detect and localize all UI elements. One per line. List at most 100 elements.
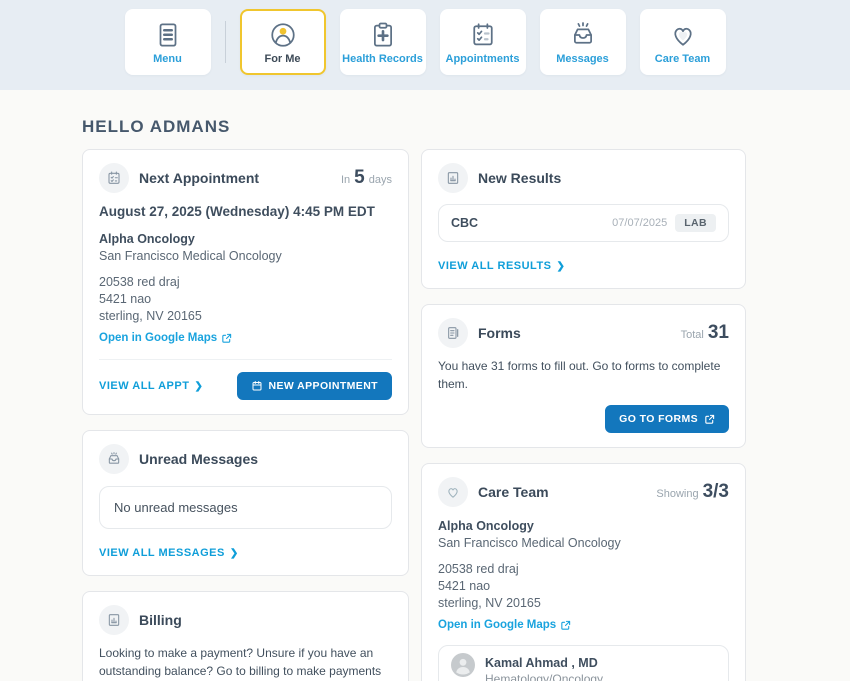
forms-footer: GO TO FORMS <box>438 405 729 433</box>
chevron-right-icon: ❯ <box>230 548 239 559</box>
result-date: 07/07/2025 <box>612 217 667 229</box>
care-team-org: Alpha Oncology San Francisco Medical Onc… <box>438 518 729 552</box>
nav-label-care-team: Care Team <box>655 53 710 65</box>
billing-header: Billing <box>99 605 392 635</box>
avatar <box>451 653 475 677</box>
external-link-icon <box>221 333 232 344</box>
view-all-messages-link[interactable]: VIEW ALL MESSAGES ❯ <box>99 547 239 559</box>
maps-link-label: Open in Google Maps <box>99 332 217 344</box>
no-unread-messages-box: No unread messages <box>99 486 392 529</box>
nav-label-appointments: Appointments <box>446 53 520 65</box>
member-row[interactable]: Kamal Ahmad , MD Hematology/Oncology <box>438 645 729 681</box>
chevron-right-icon: ❯ <box>194 381 203 392</box>
card-title: Forms <box>478 325 521 341</box>
inbox-icon <box>99 444 129 474</box>
new-results-card: New Results CBC 07/07/2025 LAB VIEW ALL … <box>421 149 746 289</box>
forms-total: Total 31 <box>681 322 729 344</box>
messages-footer: VIEW ALL MESSAGES ❯ <box>99 543 392 561</box>
heart-icon <box>438 477 468 507</box>
provider-name: Alpha Oncology <box>99 231 392 248</box>
chevron-right-icon: ❯ <box>557 261 566 272</box>
care-team-members: Kamal Ahmad , MD Hematology/Oncology MD … <box>438 645 729 681</box>
showing-value: 3/3 <box>703 481 729 503</box>
card-title: New Results <box>478 170 561 186</box>
result-row-cbc[interactable]: CBC 07/07/2025 LAB <box>438 204 729 242</box>
top-navigation: Menu For Me Health Records <box>0 0 850 90</box>
person-icon <box>268 20 298 50</box>
view-all-label: VIEW ALL MESSAGES <box>99 547 225 559</box>
nav-item-for-me[interactable]: For Me <box>240 9 326 75</box>
nav-label-messages: Messages <box>556 53 609 65</box>
nav-row: Menu For Me Health Records <box>125 9 726 75</box>
forms-clipboard-icon <box>438 318 468 348</box>
care-team-header: Care Team Showing 3/3 <box>438 477 729 507</box>
external-link-icon <box>560 620 571 631</box>
new-appointment-label: NEW APPOINTMENT <box>269 380 378 392</box>
appointment-footer: VIEW ALL APPT ❯ NEW APPOINTMENT <box>99 359 392 400</box>
member-specialty: Hematology/Oncology <box>485 672 603 681</box>
forms-card: Forms Total 31 You have 31 forms to fill… <box>421 304 746 448</box>
view-all-label: VIEW ALL RESULTS <box>438 260 552 272</box>
view-all-appointments-link[interactable]: VIEW ALL APPT ❯ <box>99 380 203 392</box>
nav-item-health-records[interactable]: Health Records <box>340 9 426 75</box>
open-google-maps-link[interactable]: Open in Google Maps <box>99 332 232 344</box>
nav-label-menu: Menu <box>153 53 182 65</box>
forms-message: You have 31 forms to fill out. Go to for… <box>438 357 729 393</box>
billing-message: Looking to make a payment? Unsure if you… <box>99 644 392 681</box>
right-column: New Results CBC 07/07/2025 LAB VIEW ALL … <box>421 149 746 681</box>
nav-item-menu[interactable]: Menu <box>125 9 211 75</box>
inbox-alert-icon <box>568 20 598 50</box>
result-meta: 07/07/2025 LAB <box>612 214 716 232</box>
card-title: Unread Messages <box>139 451 258 467</box>
nav-item-care-team[interactable]: Care Team <box>640 9 726 75</box>
appointment-org: Alpha Oncology San Francisco Medical Onc… <box>99 231 392 265</box>
unread-messages-card: Unread Messages No unread messages VIEW … <box>82 430 409 576</box>
total-value: 31 <box>708 322 729 344</box>
appointment-datetime: August 27, 2025 (Wednesday) 4:45 PM EDT <box>99 204 392 219</box>
address-line: 20538 red draj <box>438 561 729 578</box>
billing-chart-icon <box>99 605 129 635</box>
appointment-countdown: In 5 days <box>341 167 392 189</box>
dashboard-grid: Next Appointment In 5 days August 27, 20… <box>82 149 746 681</box>
countdown-suffix: days <box>369 174 392 186</box>
external-link-icon <box>704 414 715 425</box>
next-appointment-card: Next Appointment In 5 days August 27, 20… <box>82 149 409 415</box>
card-title: Billing <box>139 612 182 628</box>
provider-name: Alpha Oncology <box>438 518 729 535</box>
next-appointment-header: Next Appointment In 5 days <box>99 163 392 193</box>
unread-messages-header: Unread Messages <box>99 444 392 474</box>
countdown-value: 5 <box>354 167 365 189</box>
address-line: 5421 nao <box>99 291 392 308</box>
address-line: 20538 red draj <box>99 274 392 291</box>
open-google-maps-link[interactable]: Open in Google Maps <box>438 619 571 631</box>
clipboard-plus-icon <box>368 20 398 50</box>
care-team-card: Care Team Showing 3/3 Alpha Oncology San… <box>421 463 746 681</box>
member-info: Kamal Ahmad , MD Hematology/Oncology <box>485 653 603 681</box>
nav-label-for-me: For Me <box>264 53 300 65</box>
card-title: Care Team <box>478 484 549 500</box>
results-footer: VIEW ALL RESULTS ❯ <box>438 256 729 274</box>
result-type-badge: LAB <box>675 214 716 232</box>
nav-item-messages[interactable]: Messages <box>540 9 626 75</box>
nav-divider <box>225 21 226 63</box>
calendar-checklist-icon <box>468 20 498 50</box>
card-title: Next Appointment <box>139 170 259 186</box>
countdown-prefix: In <box>341 174 350 186</box>
total-prefix: Total <box>681 329 704 341</box>
provider-department: San Francisco Medical Oncology <box>99 248 392 265</box>
nav-item-appointments[interactable]: Appointments <box>440 9 526 75</box>
billing-card: Billing Looking to make a payment? Unsur… <box>82 591 409 681</box>
go-to-forms-label: GO TO FORMS <box>619 413 698 425</box>
new-appointment-button[interactable]: NEW APPOINTMENT <box>237 372 392 400</box>
view-all-results-link[interactable]: VIEW ALL RESULTS ❯ <box>438 260 565 272</box>
calendar-icon <box>251 380 263 392</box>
care-team-address: 20538 red draj 5421 nao sterling, NV 201… <box>438 561 729 612</box>
heart-icon <box>668 20 698 50</box>
new-results-header: New Results <box>438 163 729 193</box>
member-name: Kamal Ahmad , MD <box>485 653 603 671</box>
showing-prefix: Showing <box>656 488 698 500</box>
main-content: HELLO ADMANS Next Appointment <box>0 90 850 681</box>
go-to-forms-button[interactable]: GO TO FORMS <box>605 405 729 433</box>
menu-icon <box>153 20 183 50</box>
result-name: CBC <box>451 216 478 230</box>
